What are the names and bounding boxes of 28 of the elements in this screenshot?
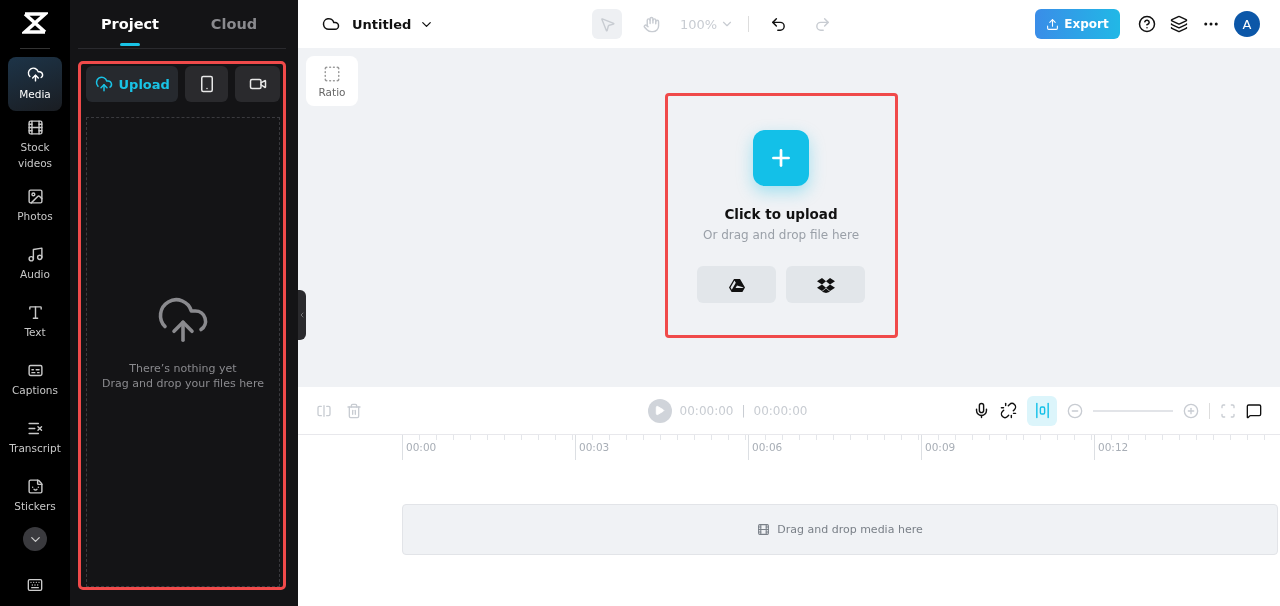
media-track[interactable]: Drag and drop media here: [402, 504, 1278, 555]
ruler-label: 00:09: [921, 435, 1094, 460]
empty-hint: Drag and drop your files here: [102, 376, 264, 391]
sidebar-item[interactable]: Photos: [8, 179, 62, 233]
ruler-label: 00:00: [402, 435, 575, 460]
time-separator: |: [741, 403, 746, 418]
ruler-label: 00:03: [575, 435, 748, 460]
panel-tab[interactable]: Cloud: [182, 0, 286, 48]
upload-title: Click to upload: [724, 206, 838, 222]
panel-tab[interactable]: Project: [78, 0, 182, 48]
sidebar-item[interactable]: Captions: [8, 353, 62, 407]
drop-area[interactable]: There’s nothing yet Drag and drop your files here: [86, 117, 280, 587]
project-title[interactable]: Untitled: [352, 16, 412, 32]
ratio-button[interactable]: Ratio: [306, 56, 358, 106]
ruler-label: 00:06: [748, 435, 921, 460]
ruler-label: 00:12: [1094, 435, 1267, 460]
sidebar-item[interactable]: Text: [8, 295, 62, 349]
sidebar-item[interactable]: Transcript: [8, 411, 62, 465]
upload-hint: Or drag and drop file here: [702, 228, 860, 242]
empty-title: There’s nothing yet: [129, 361, 237, 376]
user-avatar[interactable]: A: [1234, 11, 1260, 37]
upload-area[interactable]: Click to upload Or drag and drop file here: [664, 93, 898, 338]
sidebar-item[interactable]: Media: [8, 57, 62, 111]
upload-button[interactable]: Upload: [86, 66, 179, 102]
sidebar-item[interactable]: Stickers: [8, 469, 62, 523]
track-hint: Drag and drop media here: [777, 523, 923, 536]
sidebar-item[interactable]: Stock videos: [8, 115, 62, 175]
sidebar-item[interactable]: Audio: [8, 237, 62, 291]
